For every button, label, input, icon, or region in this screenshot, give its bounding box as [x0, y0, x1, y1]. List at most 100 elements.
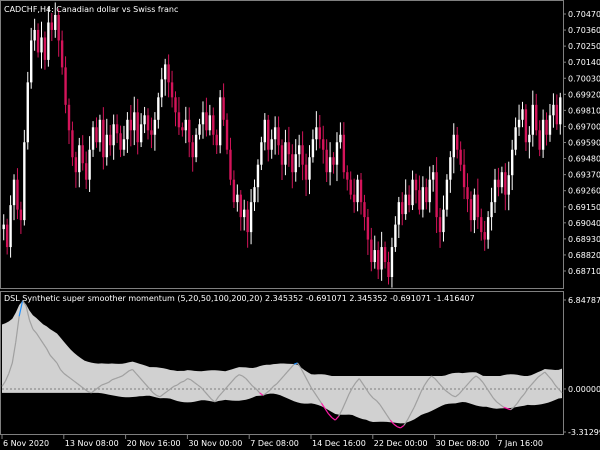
- candle: [473, 188, 476, 234]
- candle: [428, 166, 431, 213]
- candle: [407, 185, 411, 213]
- indicator-axis-label: 0.000000: [568, 385, 600, 394]
- candle: [136, 98, 139, 155]
- candle-body: [136, 112, 139, 143]
- candle-body: [349, 179, 352, 195]
- candle-body: [143, 115, 146, 125]
- candle: [9, 195, 12, 258]
- candle: [30, 27, 33, 89]
- candle-body: [493, 179, 497, 203]
- candle: [67, 98, 71, 145]
- price-axis-label: 0.70470: [568, 10, 600, 19]
- candle: [50, 12, 54, 42]
- candle-body: [559, 97, 562, 125]
- candle-body: [139, 124, 143, 143]
- time-axis: 6 Nov 2020 13 Nov 08:00 20 Nov 16:00 30 Nov…: [1, 435, 543, 448]
- candle-body: [270, 139, 273, 150]
- candle-body: [181, 127, 184, 131]
- candle: [64, 56, 67, 114]
- candle: [249, 189, 253, 245]
- candle-body: [177, 112, 181, 128]
- candle: [438, 208, 442, 248]
- candle-body: [407, 194, 411, 206]
- candle: [212, 107, 215, 146]
- candle-body: [466, 187, 469, 200]
- price-axis-label: 0.69040: [568, 219, 600, 228]
- candle-body: [352, 194, 356, 203]
- candle-body: [548, 115, 552, 135]
- candle-body: [246, 209, 249, 233]
- candle-body: [421, 187, 425, 210]
- candle: [284, 129, 287, 176]
- candle: [466, 173, 469, 213]
- candle: [98, 114, 102, 152]
- candle: [191, 135, 194, 172]
- candle-body: [239, 194, 242, 218]
- candle: [133, 96, 136, 146]
- candle-body: [411, 179, 414, 206]
- candle-body: [30, 40, 33, 83]
- candle: [469, 191, 473, 232]
- candle-body: [95, 127, 98, 143]
- candle-body: [301, 145, 304, 165]
- candle-body: [33, 29, 36, 41]
- price-axis: 0.70470 0.70360 0.70250 0.70140 0.70030 0.699…: [563, 10, 600, 276]
- candle: [291, 144, 294, 189]
- candle: [462, 149, 466, 200]
- chart-canvas[interactable]: 0.70470 0.70360 0.70250 0.70140 0.70030 0.699…: [0, 0, 600, 450]
- candle: [504, 163, 507, 211]
- candle: [126, 112, 129, 153]
- candle: [476, 178, 480, 229]
- candle-body: [294, 154, 297, 173]
- candle: [232, 170, 236, 208]
- candle: [167, 54, 170, 98]
- candle-body: [486, 217, 490, 240]
- candle: [548, 103, 552, 142]
- candle: [184, 106, 188, 144]
- candle-body: [510, 149, 514, 176]
- candle-body: [71, 130, 74, 158]
- momentum-segment: [334, 415, 340, 421]
- candle-body: [26, 82, 29, 143]
- candle: [12, 174, 16, 221]
- candle: [78, 137, 81, 188]
- candle-body: [335, 142, 339, 165]
- candle-body: [545, 119, 548, 135]
- candle-body: [507, 175, 510, 195]
- candle-body: [401, 202, 404, 215]
- candle-body: [366, 217, 370, 240]
- candle-body: [184, 119, 188, 131]
- candle-body: [555, 104, 559, 125]
- candle: [122, 125, 126, 156]
- candle-body: [225, 119, 229, 150]
- candle: [109, 125, 112, 156]
- terminal-chart-window: 0.70470 0.70360 0.70250 0.70140 0.70030 0.699…: [0, 0, 600, 450]
- candle: [201, 101, 205, 139]
- candle-body: [102, 119, 105, 158]
- candle-body: [194, 134, 198, 158]
- candle: [139, 113, 143, 148]
- candle-body: [2, 224, 5, 230]
- candle-body: [414, 179, 418, 191]
- candle: [229, 137, 232, 186]
- candle: [256, 159, 260, 203]
- candle-body: [212, 115, 215, 135]
- candle: [411, 170, 414, 211]
- momentum-indicator: [1, 300, 563, 429]
- candle: [555, 94, 559, 130]
- candle-body: [394, 224, 397, 248]
- candle-body: [332, 157, 335, 165]
- candle: [23, 129, 26, 226]
- main-chart-title: CADCHF,H4: Canadian dollar vs Swiss fran…: [4, 5, 178, 14]
- indicator-axis-label: -3.312990: [568, 428, 600, 437]
- candlestick-series: [2, 2, 562, 288]
- momentum-segment: [331, 417, 336, 421]
- candle: [480, 208, 483, 241]
- candle: [95, 117, 98, 148]
- candle-body: [5, 224, 9, 248]
- candle: [267, 114, 270, 162]
- candle: [84, 151, 88, 189]
- candle: [383, 241, 387, 269]
- candle-body: [445, 179, 449, 210]
- candle: [559, 92, 562, 135]
